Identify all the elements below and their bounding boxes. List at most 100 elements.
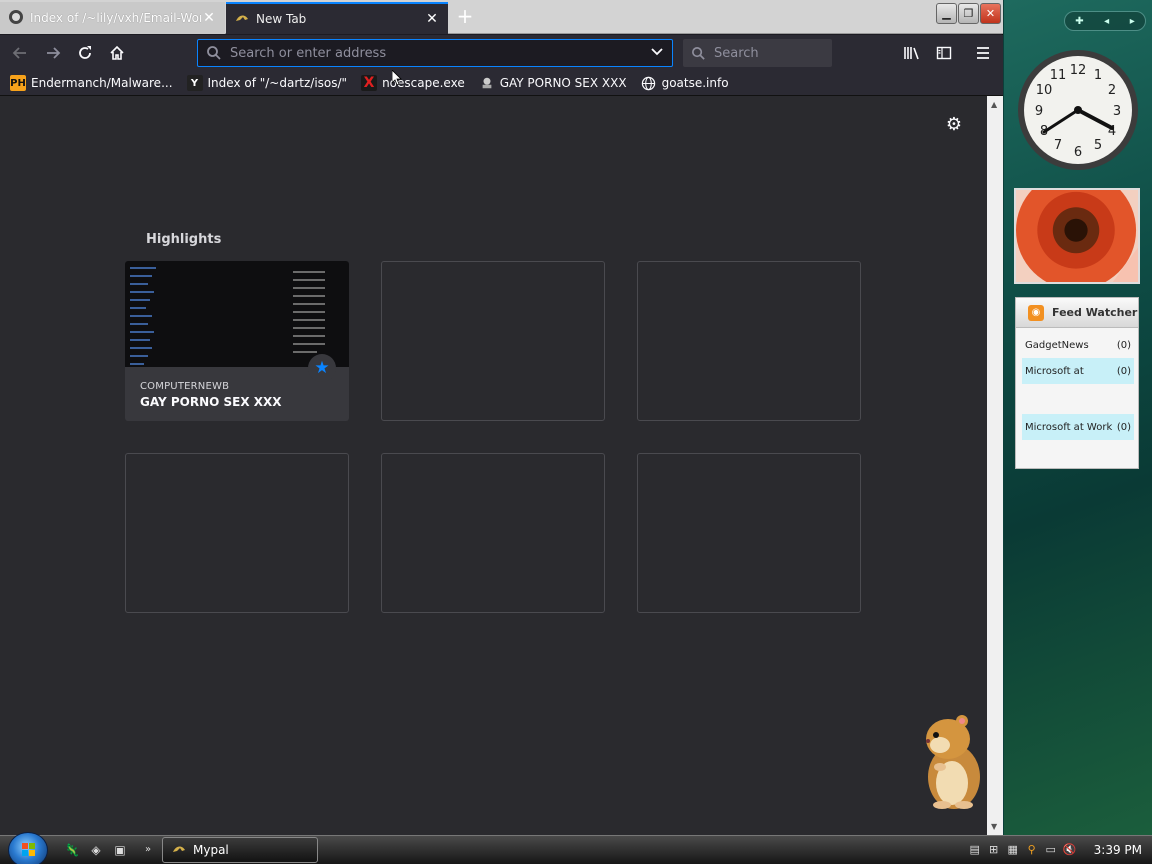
new-tab-button[interactable]: + [454, 6, 476, 28]
tab-new-tab[interactable]: New Tab ✕ [226, 2, 448, 34]
feed-item-count: (0) [1116, 339, 1131, 351]
bookmarks-toolbar: PH Endermanch/Malware... Y Index of "/~d… [0, 71, 1003, 96]
card-title: GAY PORNO SEX XXX [140, 395, 282, 409]
hamster-mascot-icon[interactable] [918, 711, 984, 811]
url-bar[interactable]: Search or enter address [197, 39, 673, 67]
clock-gadget[interactable]: 12 1 2 3 4 5 6 7 8 9 10 11 [1016, 48, 1140, 172]
chevron-down-icon[interactable] [650, 45, 664, 62]
tray-search-icon[interactable]: ⚲ [1025, 843, 1039, 857]
empty-highlight-card [125, 453, 349, 613]
library-button[interactable] [900, 41, 924, 65]
bookmark-gay-porno[interactable]: GAY PORNO SEX XXX [479, 75, 627, 91]
search-bar[interactable]: Search [683, 39, 832, 67]
new-tab-page: ⚙ Highlights ★ COMPUTERNEWB GAY PORNO SE… [0, 96, 987, 835]
arrow-left-icon [12, 47, 26, 59]
svg-text:9: 9 [1035, 104, 1043, 119]
bookmark-label: Endermanch/Malware... [31, 76, 173, 90]
gadget-sidebar: ✚ ◂ ▸ 12 1 2 3 4 5 6 7 8 9 10 11 [1004, 0, 1152, 835]
browser-window: Index of /~lily/vxh/Email-Worm/ ✕ New Ta… [0, 0, 1003, 835]
system-tray: ▤ ⊞ ▦ ⚲ ▭ 🔇 3:39 PM [968, 837, 1152, 863]
feed-item-count: (0) [1116, 365, 1131, 377]
globe-icon [641, 75, 657, 91]
svg-text:6: 6 [1074, 145, 1082, 160]
feed-watcher-gadget: ◉ Feed Watcher GadgetNews (0) Microsoft … [1015, 297, 1139, 469]
navigation-toolbar: Search or enter address Search [0, 35, 1003, 71]
restore-button[interactable]: ❐ [958, 3, 979, 24]
svg-text:12: 12 [1070, 63, 1087, 78]
search-icon [207, 46, 221, 60]
next-icon[interactable]: ▸ [1130, 16, 1135, 27]
arrow-right-icon [47, 47, 61, 59]
x-favicon-icon: X [361, 75, 378, 91]
svg-text:11: 11 [1050, 68, 1067, 83]
desktop-quicklaunch-icon[interactable]: ▣ [112, 842, 128, 858]
reload-button[interactable] [73, 41, 97, 65]
minimize-button[interactable]: ▁ [936, 3, 957, 24]
url-input[interactable]: Search or enter address [230, 46, 650, 61]
bookmark-index-of-dartz[interactable]: Y Index of "/~dartz/isos/" [186, 75, 348, 91]
feed-header: ◉ Feed Watcher [1016, 298, 1138, 328]
bookmark-star-icon: ★ [308, 354, 336, 382]
feed-item-name: GadgetNews [1025, 339, 1089, 351]
scroll-up-icon[interactable]: ▲ [991, 100, 997, 109]
library-icon [904, 47, 919, 60]
card-thumbnail [125, 261, 349, 367]
tray-language-icon[interactable]: ▤ [968, 843, 982, 857]
close-tab-icon[interactable]: ✕ [201, 10, 217, 26]
sidebar-toggle-button[interactable] [932, 41, 956, 65]
start-button[interactable] [8, 832, 48, 864]
feed-item[interactable]: GadgetNews (0) [1022, 332, 1134, 358]
bookmark-label: Index of "/~dartz/isos/" [207, 76, 348, 90]
home-icon [110, 45, 124, 60]
home-button[interactable] [105, 41, 129, 65]
tab-strip: Index of /~lily/vxh/Email-Worm/ ✕ New Ta… [0, 0, 1003, 34]
tab-favicon-icon [8, 9, 24, 28]
empty-highlight-card [637, 261, 861, 421]
tab-index-of-lily[interactable]: Index of /~lily/vxh/Email-Worm/ ✕ [0, 2, 225, 34]
tray-app-icon[interactable]: ▦ [1006, 843, 1020, 857]
bookmark-goatse[interactable]: goatse.info [641, 75, 729, 91]
mypal-quicklaunch-icon[interactable]: 🦎 [64, 842, 80, 858]
feed-item[interactable]: Microsoft at (0) [1022, 358, 1134, 384]
bookmark-endermanch[interactable]: PH Endermanch/Malware... [10, 75, 173, 91]
scroll-down-icon[interactable]: ▼ [991, 822, 997, 831]
gadget-controls: ✚ ◂ ▸ [1064, 11, 1146, 31]
tray-network-icon[interactable]: ⊞ [987, 843, 1001, 857]
empty-highlight-card [381, 261, 605, 421]
taskbar-clock[interactable]: 3:39 PM [1094, 843, 1142, 857]
close-window-button[interactable]: ✕ [980, 3, 1001, 24]
sidebar-icon [936, 46, 952, 60]
svg-text:10: 10 [1036, 83, 1053, 98]
previous-icon[interactable]: ◂ [1104, 16, 1109, 27]
tray-monitor-icon[interactable]: ▭ [1044, 843, 1058, 857]
hamburger-icon [977, 47, 989, 59]
svg-text:5: 5 [1094, 138, 1102, 153]
mouse-cursor-icon [392, 70, 402, 86]
windows-logo-icon [22, 843, 35, 856]
taskbar-window-mypal[interactable]: Mypal [162, 837, 318, 863]
ycombinator-favicon-icon: Y [186, 75, 203, 91]
search-input[interactable]: Search [714, 46, 759, 61]
add-gadget-icon[interactable]: ✚ [1075, 16, 1083, 27]
highlight-card[interactable]: ★ COMPUTERNEWB GAY PORNO SEX XXX [125, 261, 349, 421]
bookmark-noescape[interactable]: X noescape.exe [361, 75, 465, 91]
back-button[interactable] [8, 41, 32, 65]
svg-text:1: 1 [1094, 68, 1102, 83]
tab-title: New Tab [256, 12, 307, 26]
tray-volume-muted-icon[interactable]: 🔇 [1063, 843, 1077, 857]
ie-quicklaunch-icon[interactable]: ◈ [88, 842, 104, 858]
gecko-icon [171, 841, 187, 860]
gecko-icon [234, 10, 250, 29]
taskbar-window-label: Mypal [193, 843, 229, 857]
scrollbar[interactable]: ▲ ▼ [987, 96, 1003, 835]
slideshow-gadget[interactable] [1014, 188, 1140, 284]
svg-text:3: 3 [1113, 104, 1121, 119]
feed-item[interactable]: Microsoft at Work (0) [1022, 414, 1134, 440]
forward-button[interactable] [41, 41, 65, 65]
rss-icon: ◉ [1028, 304, 1044, 321]
more-quicklaunch-icon[interactable]: » [140, 842, 156, 858]
close-tab-icon[interactable]: ✕ [424, 11, 440, 27]
svg-text:7: 7 [1054, 138, 1062, 153]
menu-button[interactable] [971, 41, 995, 65]
gear-icon[interactable]: ⚙ [944, 115, 964, 135]
